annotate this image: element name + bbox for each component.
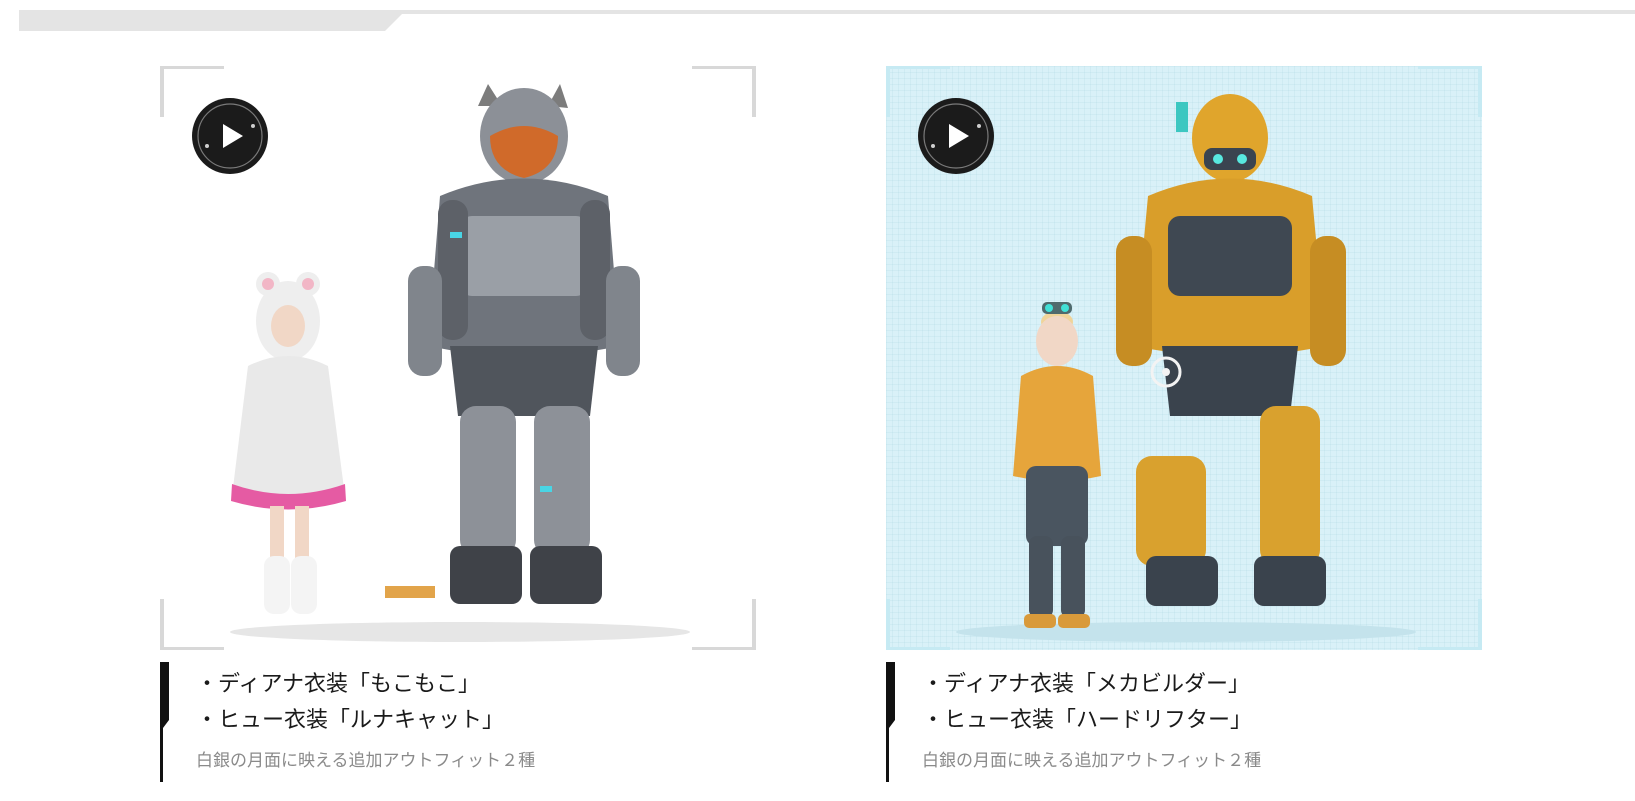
outfit-name-diana: ・ディアナ衣装「メカビルダー」 bbox=[922, 672, 1251, 697]
outfit-caption: ・ディアナ衣装「もこもこ」 ・ヒュー衣装「ルナキャット」 白銀の月面に映える追加… bbox=[160, 662, 756, 782]
section-header-bar bbox=[19, 10, 1635, 32]
frame-corner bbox=[692, 599, 756, 650]
frame-corner bbox=[1418, 66, 1482, 117]
diana-mechbuilder-outfit bbox=[1013, 302, 1101, 628]
frame-corner bbox=[1418, 599, 1482, 650]
outfit-name-hugh: ・ヒュー衣装「ルナキャット」 bbox=[196, 708, 505, 733]
outfit-image-frame[interactable] bbox=[886, 66, 1482, 650]
outfit-card-1: ・ディアナ衣装「もこもこ」 ・ヒュー衣装「ルナキャット」 白銀の月面に映える追加… bbox=[160, 66, 756, 782]
caption-accent-bar bbox=[886, 662, 895, 782]
outfit-name-diana: ・ディアナ衣装「もこもこ」 bbox=[196, 672, 481, 697]
outfit-caption: ・ディアナ衣装「メカビルダー」 ・ヒュー衣装「ハードリフター」 白銀の月面に映え… bbox=[886, 662, 1482, 782]
diana-fluffy-outfit bbox=[231, 272, 346, 614]
play-video-button[interactable] bbox=[190, 96, 270, 176]
hugh-hardlifter-suit bbox=[1116, 94, 1346, 606]
caption-accent-bar bbox=[160, 662, 169, 782]
outfit-description: 白銀の月面に映える追加アウトフィット２種 bbox=[922, 751, 1262, 771]
frame-corner bbox=[886, 599, 950, 650]
outfit-card-2: ・ディアナ衣装「メカビルダー」 ・ヒュー衣装「ハードリフター」 白銀の月面に映え… bbox=[886, 66, 1482, 782]
outfit-name-hugh: ・ヒュー衣装「ハードリフター」 bbox=[922, 708, 1253, 733]
frame-corner bbox=[692, 66, 756, 117]
hugh-lunacat-suit bbox=[385, 84, 640, 604]
outfit-image-frame[interactable] bbox=[160, 66, 756, 650]
outfit-description: 白銀の月面に映える追加アウトフィット２種 bbox=[196, 751, 536, 771]
play-circle-icon bbox=[918, 98, 994, 174]
play-video-button[interactable] bbox=[916, 96, 996, 176]
frame-corner bbox=[160, 599, 224, 650]
play-circle-icon bbox=[192, 98, 268, 174]
